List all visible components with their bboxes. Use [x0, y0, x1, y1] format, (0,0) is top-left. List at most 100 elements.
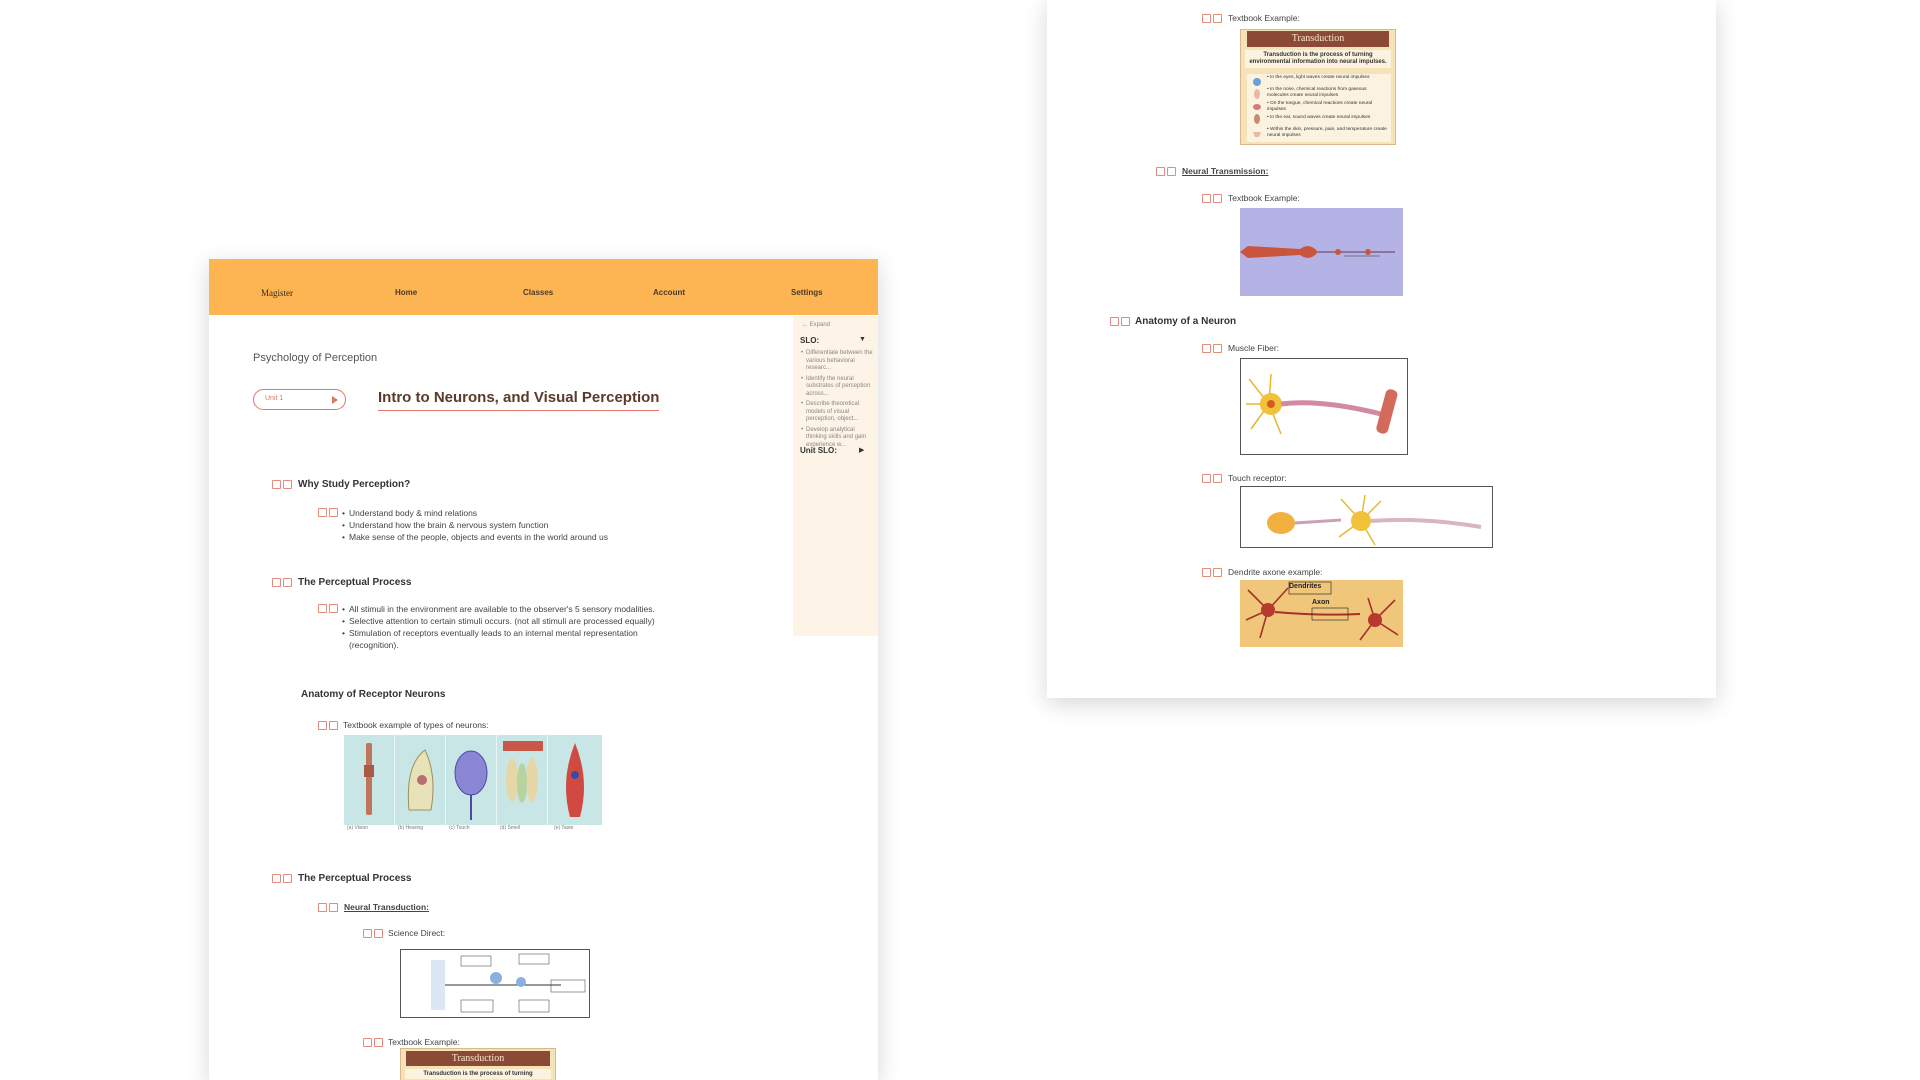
edit-controls[interactable]	[272, 480, 294, 490]
edit-icon[interactable]	[1110, 317, 1119, 326]
info-icon[interactable]	[374, 1038, 383, 1047]
info-icon[interactable]	[1121, 317, 1130, 326]
textbook-example-caption: Textbook Example:	[1228, 193, 1300, 203]
edit-controls[interactable]	[1202, 474, 1224, 484]
taste-neuron-panel	[548, 735, 599, 825]
edit-controls[interactable]	[318, 721, 340, 731]
edit-controls[interactable]	[318, 604, 340, 614]
edit-icon[interactable]	[1202, 194, 1211, 203]
nav-settings-link[interactable]: Settings	[791, 288, 823, 297]
left-page-screenshot: Magister Home Classes Account Settings P…	[209, 259, 878, 1080]
touch-receptor-image	[1240, 486, 1493, 548]
info-icon[interactable]	[329, 721, 338, 730]
image-label: (d) Smell	[500, 825, 521, 831]
transduction-image: Transduction Transduction is the process…	[400, 1048, 556, 1080]
edit-icon[interactable]	[272, 874, 281, 883]
unit-selector[interactable]: Unit 1	[253, 389, 346, 410]
list-item: Understand body & mind relations	[342, 507, 703, 519]
chevron-down-icon[interactable]: ▼	[859, 336, 866, 343]
info-icon[interactable]	[1213, 474, 1222, 483]
slo-item: Identify the neural substrates of percep…	[801, 376, 873, 399]
neuron-types-caption: Textbook example of types of neurons:	[343, 720, 489, 730]
lesson-title: Intro to Neurons, and Visual Perception	[378, 389, 660, 411]
info-icon[interactable]	[283, 578, 292, 587]
info-icon[interactable]	[1167, 167, 1176, 176]
edit-icon[interactable]	[272, 480, 281, 489]
sense-icons	[1250, 76, 1264, 138]
info-icon[interactable]	[1213, 14, 1222, 23]
edit-controls[interactable]	[1202, 568, 1224, 578]
edit-controls[interactable]	[272, 578, 294, 588]
edit-controls[interactable]	[1202, 194, 1224, 204]
list-item: • In the eyes, light waves create neural…	[1267, 75, 1370, 80]
edit-icon[interactable]	[318, 903, 327, 912]
list-item: Stimulation of receptors eventually lead…	[342, 627, 688, 651]
image-label: (c) Touch	[449, 825, 470, 831]
edit-controls[interactable]	[363, 929, 385, 939]
chevron-right-icon[interactable]: ▶	[859, 446, 864, 454]
section-heading-anatomy-neuron: Anatomy of a Neuron	[1135, 316, 1237, 327]
neural-transmission-image	[1240, 208, 1403, 296]
edit-icon[interactable]	[1202, 474, 1211, 483]
process-bullet-list: All stimuli in the environment are avail…	[342, 603, 688, 651]
course-title: Psychology of Perception	[253, 352, 378, 364]
expand-link[interactable]: ← Expand	[802, 322, 830, 328]
edit-controls[interactable]	[1202, 344, 1224, 354]
magister-logo[interactable]: Magister	[261, 288, 293, 298]
science-direct-caption: Science Direct:	[388, 928, 446, 938]
edit-icon[interactable]	[318, 508, 327, 517]
edit-icon[interactable]	[318, 721, 327, 730]
unit-slo-heading[interactable]: Unit SLO:	[800, 446, 837, 455]
edit-controls[interactable]	[1156, 167, 1178, 177]
edit-icon[interactable]	[1202, 568, 1211, 577]
dendrites-label: Dendrites	[1289, 583, 1322, 590]
list-item: All stimuli in the environment are avail…	[342, 603, 688, 615]
edit-icon[interactable]	[363, 929, 372, 938]
list-item: Selective attention to certain stimuli o…	[342, 615, 688, 627]
vision-neuron-panel	[344, 735, 395, 825]
info-icon[interactable]	[1213, 194, 1222, 203]
slo-list: Differentiate between the various behavi…	[801, 350, 873, 452]
edit-controls[interactable]	[1110, 317, 1132, 327]
edit-icon[interactable]	[363, 1038, 372, 1047]
info-icon[interactable]	[329, 903, 338, 912]
neural-transduction-link[interactable]: Neural Transduction:	[344, 902, 429, 912]
slo-heading[interactable]: SLO:	[800, 336, 819, 345]
info-icon[interactable]	[283, 480, 292, 489]
edit-icon[interactable]	[272, 578, 281, 587]
info-icon[interactable]	[1213, 344, 1222, 353]
transduction-title: Transduction	[406, 1051, 550, 1066]
section-heading-perceptual-process-2: The Perceptual Process	[298, 873, 412, 884]
list-item: • In the nose, chemical reactions from g…	[1267, 87, 1367, 98]
image-label: (b) Hearing	[398, 825, 424, 831]
info-icon[interactable]	[329, 604, 338, 613]
transduction-items: • In the eyes, light waves create neural…	[1267, 75, 1389, 139]
edit-controls[interactable]	[1202, 14, 1224, 24]
list-item: • On the tongue, chemical reactions crea…	[1267, 101, 1373, 112]
info-icon[interactable]	[374, 929, 383, 938]
neural-transmission-link[interactable]: Neural Transmission:	[1182, 166, 1268, 176]
edit-controls[interactable]	[318, 903, 340, 913]
transduction-title: Transduction	[1247, 31, 1389, 47]
section-heading-anatomy-receptor: Anatomy of Receptor Neurons	[301, 689, 446, 700]
section-heading-why: Why Study Perception?	[298, 479, 411, 490]
info-icon[interactable]	[329, 508, 338, 517]
neuron-types-image	[344, 735, 602, 825]
edit-controls[interactable]	[363, 1038, 385, 1048]
info-icon[interactable]	[283, 874, 292, 883]
unit-label: Unit 1	[265, 395, 284, 402]
image-label: (a) Vision	[347, 825, 369, 831]
edit-icon[interactable]	[1156, 167, 1165, 176]
section-heading-perceptual-process: The Perceptual Process	[298, 577, 412, 588]
top-navigation-bar: Magister Home Classes Account Settings	[209, 259, 878, 315]
dendrite-axon-image: Dendrites Axon	[1240, 580, 1403, 647]
edit-icon[interactable]	[1202, 344, 1211, 353]
edit-controls[interactable]	[318, 508, 340, 518]
info-icon[interactable]	[1213, 568, 1222, 577]
nav-account-link[interactable]: Account	[653, 288, 685, 297]
edit-icon[interactable]	[1202, 14, 1211, 23]
nav-home-link[interactable]: Home	[395, 288, 417, 297]
edit-icon[interactable]	[318, 604, 327, 613]
edit-controls[interactable]	[272, 874, 294, 884]
nav-classes-link[interactable]: Classes	[523, 288, 553, 297]
